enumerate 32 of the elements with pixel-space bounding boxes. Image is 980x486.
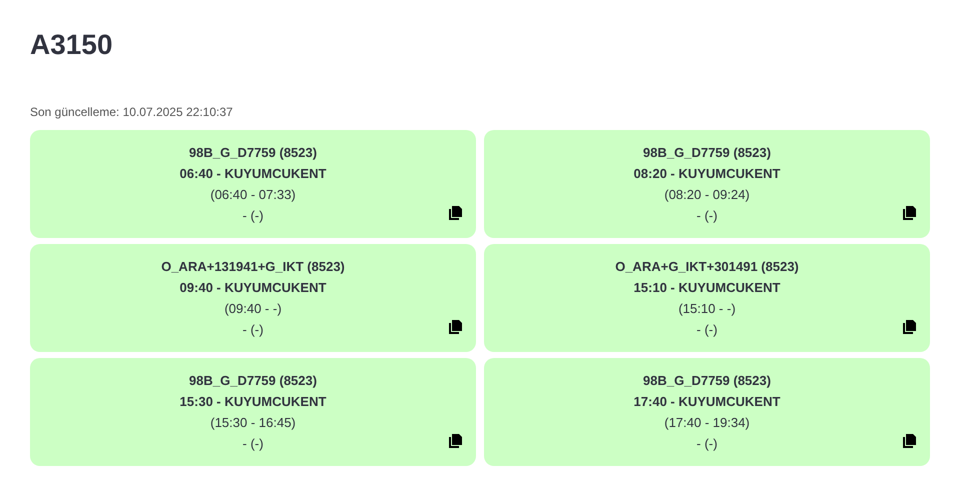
times-text: (17:40 - 19:34) bbox=[664, 414, 750, 432]
departure-text: 08:20 - KUYUMCUKENT bbox=[634, 165, 780, 183]
copy-icon[interactable] bbox=[449, 434, 462, 448]
times-text: (15:10 - -) bbox=[678, 300, 736, 318]
departure-text: 15:30 - KUYUMCUKENT bbox=[180, 393, 326, 411]
extra-text: - (-) bbox=[696, 321, 718, 339]
route-text: 98B_G_D7759 (8523) bbox=[189, 372, 317, 390]
times-text: (15:30 - 16:45) bbox=[210, 414, 296, 432]
route-text: O_ARA+131941+G_IKT (8523) bbox=[161, 258, 345, 276]
route-text: 98B_G_D7759 (8523) bbox=[643, 144, 771, 162]
copy-icon[interactable] bbox=[449, 320, 462, 334]
extra-text: - (-) bbox=[696, 207, 718, 225]
departure-text: 09:40 - KUYUMCUKENT bbox=[180, 279, 326, 297]
extra-text: - (-) bbox=[242, 321, 264, 339]
last-update-text: Son güncelleme: 10.07.2025 22:10:37 bbox=[30, 105, 233, 119]
times-text: (06:40 - 07:33) bbox=[210, 186, 296, 204]
copy-icon[interactable] bbox=[903, 320, 916, 334]
departure-text: 17:40 - KUYUMCUKENT bbox=[634, 393, 780, 411]
copy-icon[interactable] bbox=[449, 206, 462, 220]
route-text: 98B_G_D7759 (8523) bbox=[189, 144, 317, 162]
page-title: A3150 bbox=[30, 28, 113, 62]
route-text: O_ARA+G_IKT+301491 (8523) bbox=[615, 258, 799, 276]
copy-icon[interactable] bbox=[903, 206, 916, 220]
departure-text: 15:10 - KUYUMCUKENT bbox=[634, 279, 780, 297]
extra-text: - (-) bbox=[242, 207, 264, 225]
departure-text: 06:40 - KUYUMCUKENT bbox=[180, 165, 326, 183]
copy-icon[interactable] bbox=[903, 434, 916, 448]
route-text: 98B_G_D7759 (8523) bbox=[643, 372, 771, 390]
times-text: (08:20 - 09:24) bbox=[664, 186, 750, 204]
extra-text: - (-) bbox=[242, 435, 264, 453]
times-text: (09:40 - -) bbox=[224, 300, 282, 318]
extra-text: - (-) bbox=[696, 435, 718, 453]
